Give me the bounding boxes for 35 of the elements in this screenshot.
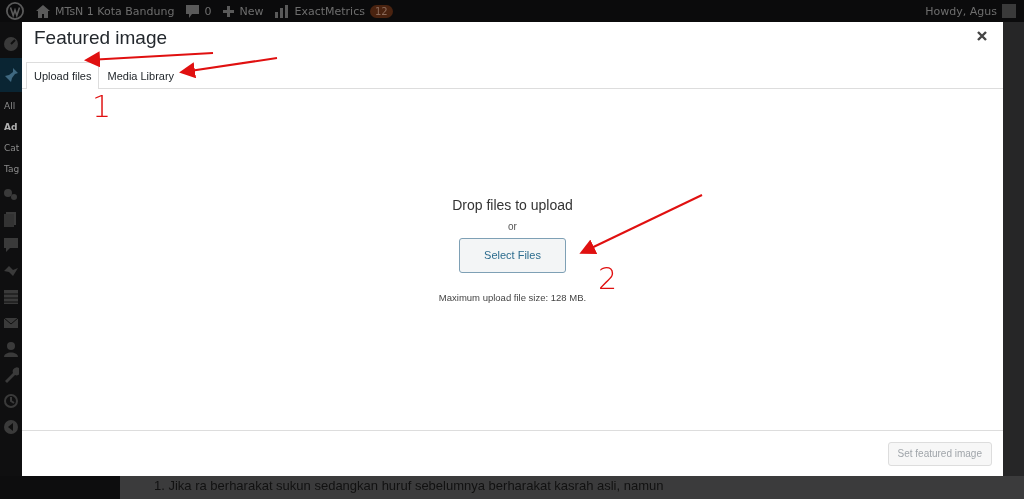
drop-heading: Drop files to upload xyxy=(452,196,573,213)
comment-icon xyxy=(186,4,200,18)
handwritten-number: 2 xyxy=(598,264,618,294)
handwritten-number: 1 xyxy=(92,92,112,122)
envelope-icon[interactable] xyxy=(3,315,19,331)
tab[interactable]: Upload files xyxy=(26,62,100,89)
plus-icon xyxy=(223,5,235,17)
pages-icon[interactable] xyxy=(3,211,19,227)
or-text: or xyxy=(508,220,517,232)
submenu-item[interactable]: Tag xyxy=(0,159,22,180)
plugin-link[interactable]: ExactMetrics xyxy=(294,4,365,18)
speech-bubble-icon[interactable] xyxy=(3,237,19,253)
greeting-link[interactable]: Howdy, Agus xyxy=(925,4,997,18)
submenu-item[interactable]: All xyxy=(0,96,22,117)
tab[interactable]: Media Library xyxy=(99,62,183,89)
bar-chart-icon xyxy=(275,4,290,18)
submenu-item[interactable]: Cat xyxy=(0,138,22,159)
notification-count: 12 xyxy=(369,4,393,18)
submenu-item[interactable]: Ad xyxy=(0,117,22,138)
dialog-title: Featured image xyxy=(34,27,168,49)
select-files-button[interactable]: Select Files xyxy=(459,237,566,273)
wordpress-logo-icon[interactable] xyxy=(6,2,24,20)
avatar-icon[interactable] xyxy=(1002,4,1016,18)
site-name-link[interactable]: MTsN 1 Kota Bandung xyxy=(55,4,175,18)
user-icon[interactable] xyxy=(3,341,19,357)
wrench-icon[interactable] xyxy=(3,367,19,383)
upload-limit-text: Maximum upload file size: 128 MB. xyxy=(438,291,587,303)
clock-icon[interactable] xyxy=(3,393,19,409)
comment-count[interactable]: 0 xyxy=(204,4,212,18)
dashboard-icon[interactable] xyxy=(3,35,19,51)
pin-icon[interactable] xyxy=(3,67,19,83)
home-icon xyxy=(36,4,50,18)
list-icon[interactable] xyxy=(3,289,19,305)
new-link[interactable]: New xyxy=(239,4,264,18)
collapse-icon[interactable] xyxy=(3,419,19,435)
